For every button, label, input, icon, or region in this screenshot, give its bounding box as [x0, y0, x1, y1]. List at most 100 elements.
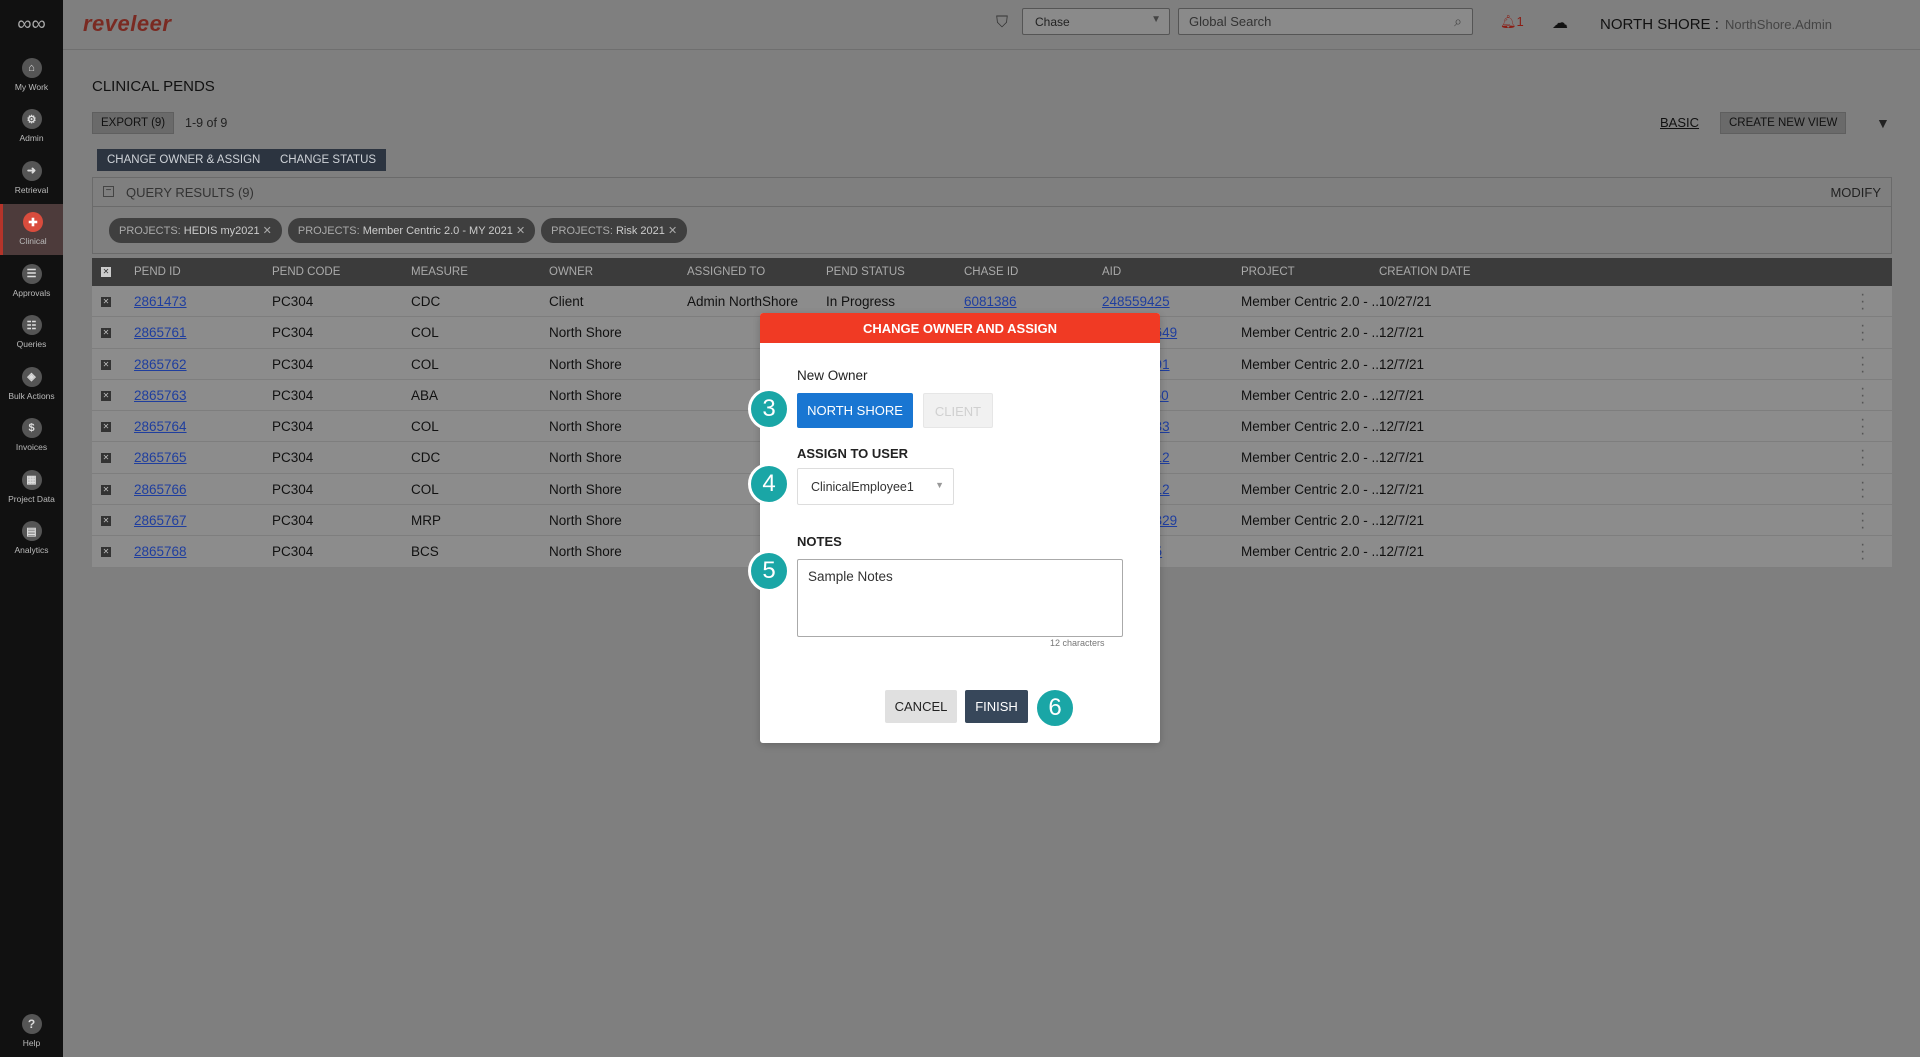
cell-code: PC304: [272, 450, 314, 466]
sidebar-item-admin[interactable]: ⚙ Admin: [0, 101, 63, 153]
cell-pend-id[interactable]: 2865767: [134, 513, 187, 528]
cell-code: PC304: [272, 387, 314, 403]
global-search-input[interactable]: Global Search ⌕: [1178, 8, 1473, 35]
sidebar-item-label: Invoices: [15, 442, 48, 453]
column-header[interactable]: MEASURE: [411, 266, 468, 278]
cell-pend-id[interactable]: 2865763: [134, 388, 187, 403]
chip-remove-icon[interactable]: ✕: [665, 225, 677, 237]
remove-row-icon[interactable]: ✕: [101, 390, 111, 401]
change-status-button[interactable]: CHANGE STATUS: [270, 149, 387, 171]
remove-row-icon[interactable]: ✕: [101, 484, 111, 495]
sidebar-item-retrieval[interactable]: ➜ Retrieval: [0, 152, 63, 204]
cell-pend-id[interactable]: 2865762: [134, 357, 187, 372]
sidebar-item-label: Queries: [16, 339, 47, 350]
assign-user-select[interactable]: ClinicalEmployee1 ▼: [797, 468, 954, 505]
cell-pend-id[interactable]: 2861473: [134, 294, 187, 309]
create-new-view-button[interactable]: CREATE NEW VIEW: [1720, 112, 1847, 134]
cell-pend-id[interactable]: 2865761: [134, 325, 187, 340]
cell-pend-id[interactable]: 2865766: [134, 482, 187, 497]
sidebar-item-analytics[interactable]: ▤ Analytics: [0, 513, 63, 565]
notification-bell[interactable]: 🔔︎1: [1500, 14, 1524, 30]
chip-key: PROJECTS:: [551, 225, 613, 237]
kebab-menu-icon[interactable]: · · ·: [1860, 506, 1865, 536]
sidebar-item-project-data[interactable]: ▦ Project Data: [0, 461, 63, 513]
sidebar-item-approvals[interactable]: ☰ Approvals: [0, 255, 63, 307]
filter-chip[interactable]: PROJECTS: HEDIS my2021 ✕: [109, 218, 282, 243]
sidebar-item-queries[interactable]: ☷ Queries: [0, 307, 63, 359]
tag-icon[interactable]: ⛉: [996, 14, 1014, 32]
sidebar-item-bulk-actions[interactable]: ◈ Bulk Actions: [0, 358, 63, 410]
cell-assigned: Admin NorthShore: [687, 294, 799, 309]
cloud-icon[interactable]: ☁: [1552, 13, 1568, 33]
notes-textarea[interactable]: Sample Notes: [797, 559, 1123, 637]
kebab-menu-icon[interactable]: · · ·: [1860, 287, 1865, 317]
column-header[interactable]: OWNER: [549, 266, 593, 278]
remove-row-icon[interactable]: ✕: [101, 547, 111, 558]
cell-pend-id[interactable]: 2865765: [134, 450, 187, 465]
cell-owner: Client: [549, 294, 584, 309]
remove-all-icon[interactable]: ✕: [101, 267, 111, 277]
basic-view-link[interactable]: BASIC: [1660, 115, 1699, 130]
collapse-icon[interactable]: −: [103, 186, 114, 197]
cell-project: Member Centric 2.0 - ...: [1241, 481, 1383, 497]
filter-icon[interactable]: ▼: [1876, 115, 1890, 131]
sidebar-item-label: Analytics: [14, 545, 49, 556]
assign-user-value: ClinicalEmployee1: [811, 480, 914, 494]
kebab-menu-icon[interactable]: · · ·: [1860, 412, 1865, 442]
filter-chip[interactable]: PROJECTS: Member Centric 2.0 - MY 2021 ✕: [287, 218, 536, 243]
query-results-header: − QUERY RESULTS (9) MODIFY: [93, 178, 1891, 207]
cell-date: 12/7/21: [1379, 481, 1425, 497]
kebab-menu-icon[interactable]: · · ·: [1860, 474, 1865, 504]
kebab-menu-icon[interactable]: · · ·: [1860, 380, 1865, 410]
chase-select[interactable]: Chase ▼: [1022, 8, 1170, 35]
cell-owner: North Shore: [549, 513, 622, 529]
filter-chip[interactable]: PROJECTS: Risk 2021 ✕: [541, 218, 688, 243]
cell-pend-id[interactable]: 2865764: [134, 419, 187, 434]
chip-remove-icon[interactable]: ✕: [513, 225, 525, 237]
cell-measure: CDC: [411, 294, 441, 309]
kebab-menu-icon[interactable]: · · ·: [1860, 349, 1865, 379]
column-header[interactable]: AID: [1102, 266, 1121, 278]
cell-chase[interactable]: 6081386: [964, 294, 1017, 309]
analytics-icon: ▤: [21, 521, 42, 542]
change-owner-assign-button[interactable]: CHANGE OWNER & ASSIGN: [97, 149, 271, 171]
client-owner-button[interactable]: CLIENT: [923, 393, 993, 428]
app-logo-icon[interactable]: ∞∞: [0, 0, 63, 49]
sidebar-item-invoices[interactable]: $ Invoices: [0, 410, 63, 462]
finish-button[interactable]: FINISH: [965, 690, 1028, 723]
cell-pend-id[interactable]: 2865768: [134, 544, 187, 559]
retrieval-icon: ➜: [21, 160, 42, 181]
search-icon[interactable]: ⌕: [1454, 13, 1462, 30]
sidebar-item-clinical[interactable]: ✚ Clinical: [0, 203, 63, 255]
page-title: CLINICAL PENDS: [92, 78, 215, 95]
cell-code: PC304: [272, 325, 314, 341]
sidebar-item-my-work[interactable]: ⌂ My Work: [0, 49, 63, 101]
column-header[interactable]: PEND STATUS: [826, 266, 905, 278]
remove-row-icon[interactable]: ✕: [101, 328, 111, 339]
column-header[interactable]: CHASE ID: [964, 266, 1018, 278]
user-name[interactable]: NorthShore.Admin: [1725, 17, 1832, 32]
remove-row-icon[interactable]: ✕: [101, 453, 111, 464]
modify-link[interactable]: MODIFY: [1830, 185, 1881, 200]
remove-row-icon[interactable]: ✕: [101, 516, 111, 527]
export-button[interactable]: EXPORT (9): [92, 112, 175, 134]
kebab-menu-icon[interactable]: · · ·: [1860, 318, 1865, 348]
query-results-label: QUERY RESULTS (9): [126, 185, 254, 200]
column-header[interactable]: PROJECT: [1241, 266, 1295, 278]
kebab-menu-icon[interactable]: · · ·: [1860, 537, 1865, 567]
chip-remove-icon[interactable]: ✕: [260, 225, 272, 237]
brand-logo[interactable]: reveleer: [83, 11, 171, 37]
remove-row-icon[interactable]: ✕: [101, 297, 111, 307]
sidebar-item-help[interactable]: ? Help: [0, 1005, 63, 1057]
column-header[interactable]: ASSIGNED TO: [687, 266, 765, 278]
north-shore-owner-button[interactable]: NORTH SHORE: [797, 393, 913, 428]
column-header[interactable]: PEND ID: [134, 266, 181, 278]
cell-aid[interactable]: 248559425: [1102, 294, 1170, 309]
remove-row-icon[interactable]: ✕: [101, 359, 111, 370]
remove-row-icon[interactable]: ✕: [101, 422, 111, 433]
column-header[interactable]: PEND CODE: [272, 266, 340, 278]
column-header[interactable]: CREATION DATE: [1379, 266, 1471, 278]
kebab-menu-icon[interactable]: · · ·: [1860, 443, 1865, 473]
sidebar-item-label: Admin: [19, 133, 44, 144]
cancel-button[interactable]: CANCEL: [885, 690, 957, 723]
